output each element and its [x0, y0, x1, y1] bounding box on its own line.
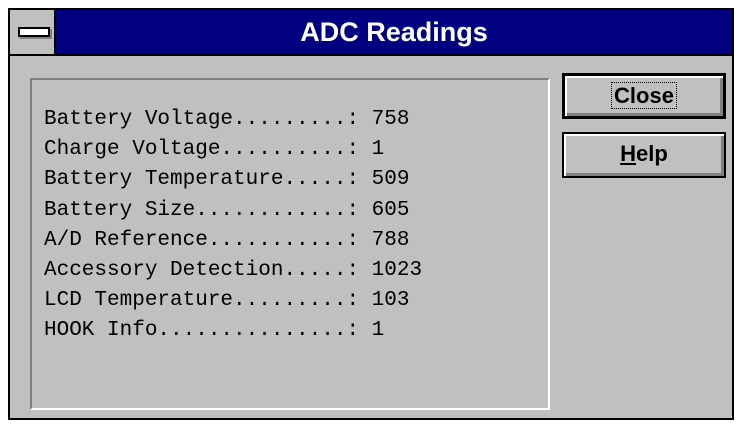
- help-button-mnemonic: H: [620, 141, 637, 166]
- reading-value: 788: [371, 228, 410, 252]
- reading-label: A/D Reference...........:: [44, 228, 360, 252]
- reading-row-battery-temperature: Battery Temperature.....: 509: [44, 165, 422, 195]
- reading-label: LCD Temperature.........:: [44, 289, 360, 313]
- reading-value: 605: [371, 198, 410, 222]
- reading-row-accessory-detection: Accessory Detection.....: 1023: [44, 256, 422, 286]
- system-menu-button[interactable]: [10, 10, 56, 54]
- reading-label: HOOK Info...............:: [44, 319, 360, 343]
- reading-row-lcd-temperature: LCD Temperature.........: 103: [44, 286, 422, 316]
- close-button-label: Close: [611, 82, 677, 109]
- reading-row-charge-voltage: Charge Voltage..........: 1: [44, 135, 422, 165]
- help-button-label: elp: [636, 141, 668, 166]
- reading-value: 103: [371, 289, 410, 313]
- reading-value: 758: [371, 108, 410, 131]
- reading-value: 1: [371, 319, 385, 343]
- title-bar: ADC Readings: [10, 10, 732, 56]
- reading-label: Battery Voltage.........:: [44, 108, 360, 131]
- reading-value: 509: [371, 168, 410, 192]
- help-button[interactable]: Help: [562, 132, 726, 178]
- reading-row-battery-size: Battery Size............: 605: [44, 196, 422, 226]
- close-button[interactable]: Close: [562, 73, 726, 119]
- reading-value: 1023: [371, 259, 423, 283]
- reading-row-ad-reference: A/D Reference...........: 788: [44, 226, 422, 256]
- reading-label: Accessory Detection.....:: [44, 259, 360, 283]
- reading-value: 1: [371, 138, 385, 162]
- window-title: ADC Readings: [300, 17, 488, 47]
- reading-label: Battery Size............:: [44, 198, 360, 222]
- reading-label: Charge Voltage..........:: [44, 138, 360, 162]
- readings-panel: Battery Voltage.........: 758 Charge Volt…: [30, 78, 550, 410]
- adc-readings-dialog: ADC Readings Battery Voltage.........: 7…: [8, 8, 734, 420]
- system-menu-icon: [18, 27, 50, 37]
- reading-label: Battery Temperature.....:: [44, 168, 360, 192]
- reading-row-hook-info: HOOK Info...............: 1: [44, 316, 422, 346]
- readings-list: Battery Voltage.........: 758 Charge Volt…: [44, 105, 422, 347]
- reading-row-battery-voltage: Battery Voltage.........: 758: [44, 105, 422, 135]
